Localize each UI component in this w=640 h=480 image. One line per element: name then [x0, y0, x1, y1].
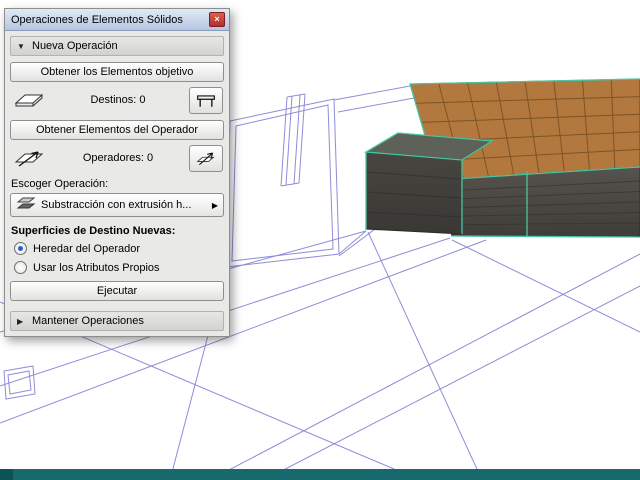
- targets-row: Destinos: 0: [11, 86, 223, 114]
- get-targets-button[interactable]: Obtener los Elementos objetivo: [10, 62, 224, 82]
- section-new-operation-label: Nueva Operación: [32, 40, 118, 52]
- pick-operators-button[interactable]: [189, 144, 223, 172]
- operator-slab-icon: [11, 149, 47, 168]
- radio-own-label: Usar los Atributos Propios: [33, 261, 160, 274]
- target-slab-icon: [11, 91, 47, 110]
- surfaces-label: Superficies de Destino Nuevas:: [11, 225, 176, 237]
- solid-operations-dialog: Operaciones de Elementos Sólidos × ▼ Nue…: [4, 8, 230, 337]
- pick-targets-button[interactable]: [189, 86, 223, 114]
- operation-value: Substracción con extrusión h...: [41, 199, 192, 211]
- expand-icon: ▶: [17, 316, 24, 326]
- close-icon: ×: [214, 14, 220, 24]
- radio-inherit-operator[interactable]: Heredar del Operador: [14, 241, 220, 256]
- application-window: Operaciones de Elementos Sólidos × ▼ Nue…: [0, 0, 640, 480]
- close-button[interactable]: ×: [209, 12, 225, 27]
- section-keep-operations-label: Mantener Operaciones: [32, 315, 144, 327]
- radio-icon: [14, 261, 27, 274]
- radio-inherit-label: Heredar del Operador: [33, 242, 141, 255]
- radio-icon: [14, 242, 27, 255]
- dialog-titlebar[interactable]: Operaciones de Elementos Sólidos ×: [5, 9, 229, 31]
- collapse-icon: ▼: [17, 41, 25, 51]
- dialog-body: ▼ Nueva Operación Obtener los Elementos …: [5, 31, 229, 336]
- status-bar[interactable]: [0, 469, 640, 480]
- operation-dropdown[interactable]: Substracción con extrusión h... ▶: [10, 193, 224, 217]
- radio-own-attributes[interactable]: Usar los Atributos Propios: [14, 260, 220, 275]
- section-new-operation[interactable]: ▼ Nueva Operación: [10, 36, 224, 56]
- operators-count: Operadores: 0: [82, 152, 154, 164]
- targets-count: Destinos: 0: [90, 94, 146, 106]
- menu-arrow-icon: ▶: [211, 200, 218, 210]
- section-keep-operations[interactable]: ▶ Mantener Operaciones: [10, 311, 224, 331]
- execute-button[interactable]: Ejecutar: [10, 281, 224, 301]
- get-operators-button[interactable]: Obtener Elementos del Operador: [10, 120, 224, 140]
- operators-row: Operadores: 0: [11, 144, 223, 172]
- dialog-title: Operaciones de Elementos Sólidos: [11, 13, 183, 26]
- operation-icon: [16, 196, 36, 215]
- pick-operators-icon: [196, 152, 215, 165]
- table-icon: [197, 94, 215, 107]
- choose-operation-label: Escoger Operación:: [11, 178, 109, 190]
